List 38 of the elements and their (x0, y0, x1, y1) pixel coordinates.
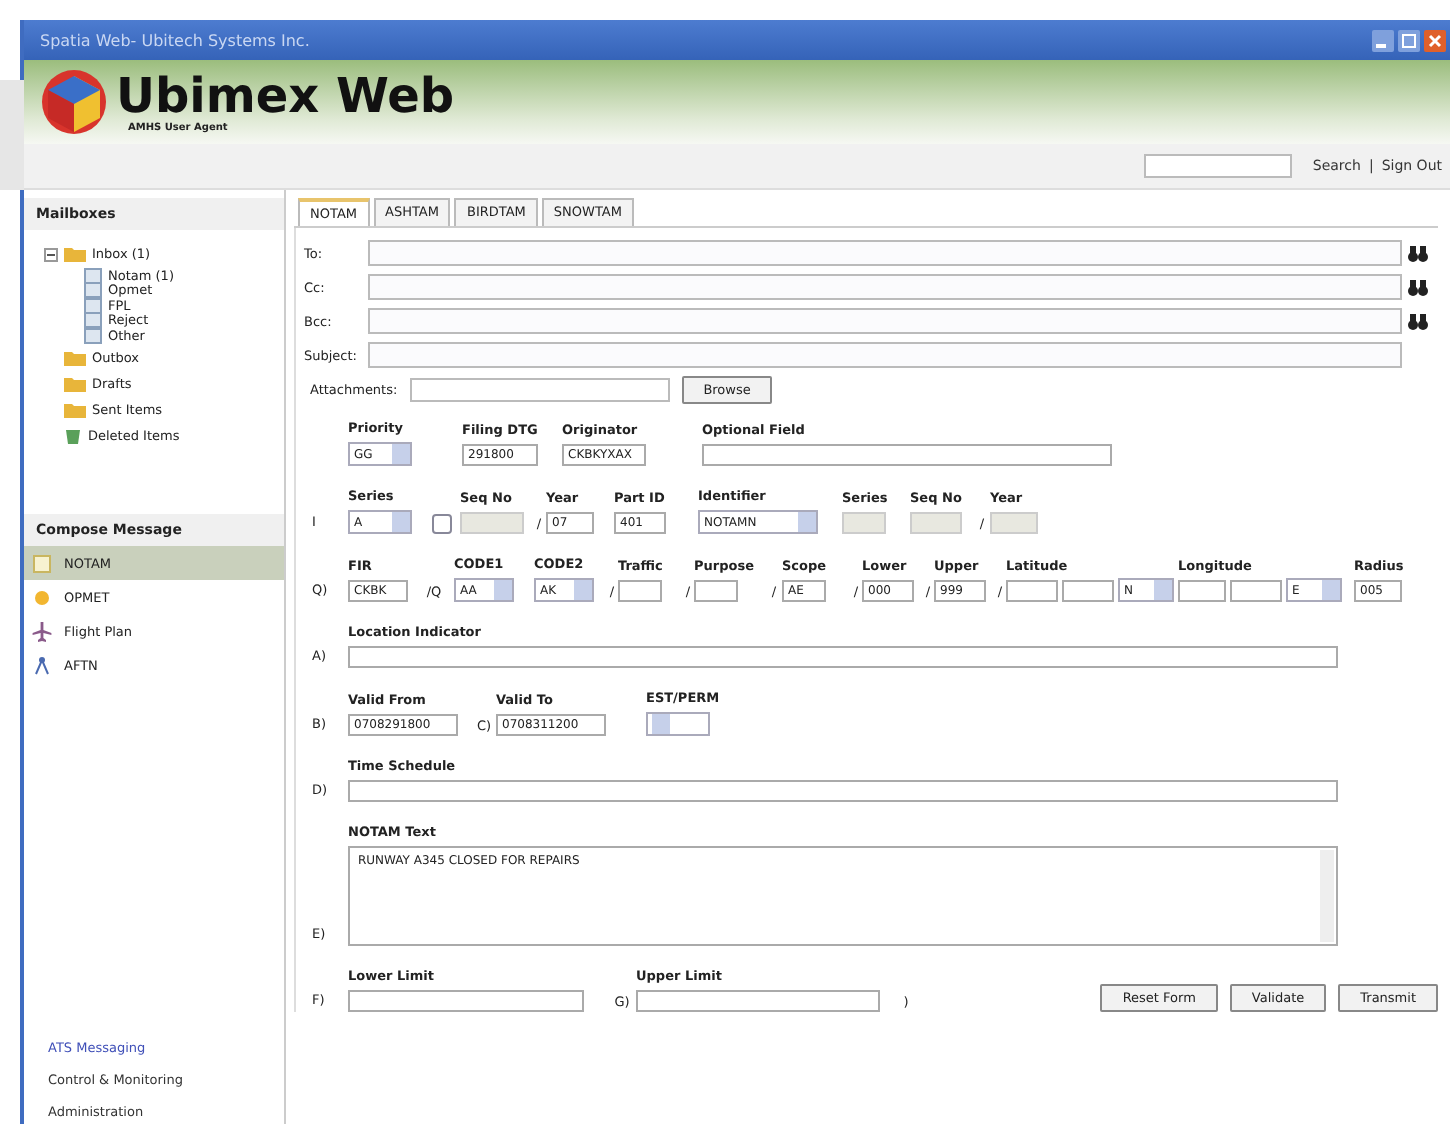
text-field[interactable] (636, 990, 880, 1012)
input-field[interactable] (368, 274, 1402, 300)
search-field[interactable] (1144, 154, 1293, 178)
text-field[interactable] (694, 580, 738, 602)
minimize-icon[interactable] (1372, 29, 1394, 51)
folder-icon (64, 246, 86, 262)
folder-icon (64, 375, 86, 391)
binoculars-icon[interactable] (1408, 245, 1428, 261)
logo-icon (40, 68, 108, 136)
airplane-icon (32, 621, 52, 641)
sun-icon (32, 587, 52, 607)
input-field[interactable] (368, 342, 1402, 368)
text-field[interactable] (618, 580, 662, 602)
text-field[interactable] (348, 990, 584, 1012)
text-field[interactable] (348, 646, 1338, 668)
antenna-icon (32, 655, 52, 675)
window-title: Spatia Web- Ubitech Systems Inc. (40, 31, 310, 49)
text-field[interactable] (1230, 580, 1282, 602)
maximize-icon[interactable] (1398, 29, 1420, 51)
note-icon (32, 553, 52, 573)
text-field[interactable] (348, 780, 1338, 802)
checkbox[interactable] (432, 514, 452, 534)
recycle-bin-icon (64, 426, 82, 444)
collapse-icon[interactable] (44, 247, 58, 261)
close-icon[interactable] (1424, 29, 1446, 51)
input-field[interactable] (368, 308, 1402, 334)
dropdown[interactable] (646, 712, 710, 736)
binoculars-icon[interactable] (1408, 313, 1428, 329)
text-field[interactable] (1006, 580, 1058, 602)
input-field[interactable] (409, 378, 670, 402)
app-title: Ubimex Web (116, 70, 455, 122)
input-field[interactable] (368, 240, 1402, 266)
text-field[interactable] (1178, 580, 1226, 602)
folder-icon (64, 401, 86, 417)
text-field[interactable] (702, 444, 1112, 466)
text-field[interactable] (1062, 580, 1114, 602)
folder-icon (64, 349, 86, 365)
binoculars-icon[interactable] (1408, 279, 1428, 295)
